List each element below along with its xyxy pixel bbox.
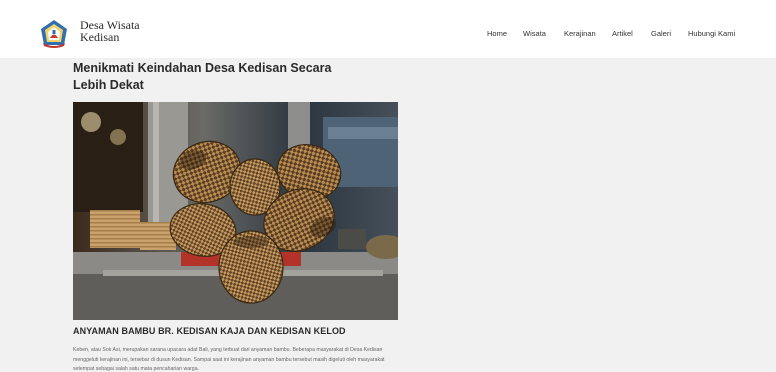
site-header: Desa Wisata Kedisan Home Wisata Kerajina… xyxy=(0,0,776,58)
article-heading: ANYAMAN BAMBU BR. KEDISAN KAJA DAN KEDIS… xyxy=(73,326,346,336)
page-title-line-1: Menikmati Keindahan Desa Kedisan Secara xyxy=(73,61,332,75)
nav-galeri[interactable]: Galeri xyxy=(651,29,671,38)
nav-hubungi-kami[interactable]: Hubungi Kami xyxy=(688,29,735,38)
bamboo-baskets-photo xyxy=(73,102,398,320)
nav-wisata[interactable]: Wisata xyxy=(523,29,546,38)
page-title: Menikmati Keindahan Desa Kedisan Secara … xyxy=(73,60,333,94)
nav-home[interactable]: Home xyxy=(487,29,507,38)
article-body: Keben, atau Sok Asi, merupakan sarana up… xyxy=(73,347,385,372)
page-title-line-2: Lebih Dekat xyxy=(73,78,144,92)
nav-kerajinan[interactable]: Kerajinan xyxy=(564,29,596,38)
main-nav: Home Wisata Kerajinan Artikel Galeri Hub… xyxy=(0,29,776,41)
nav-artikel[interactable]: Artikel xyxy=(612,29,633,38)
